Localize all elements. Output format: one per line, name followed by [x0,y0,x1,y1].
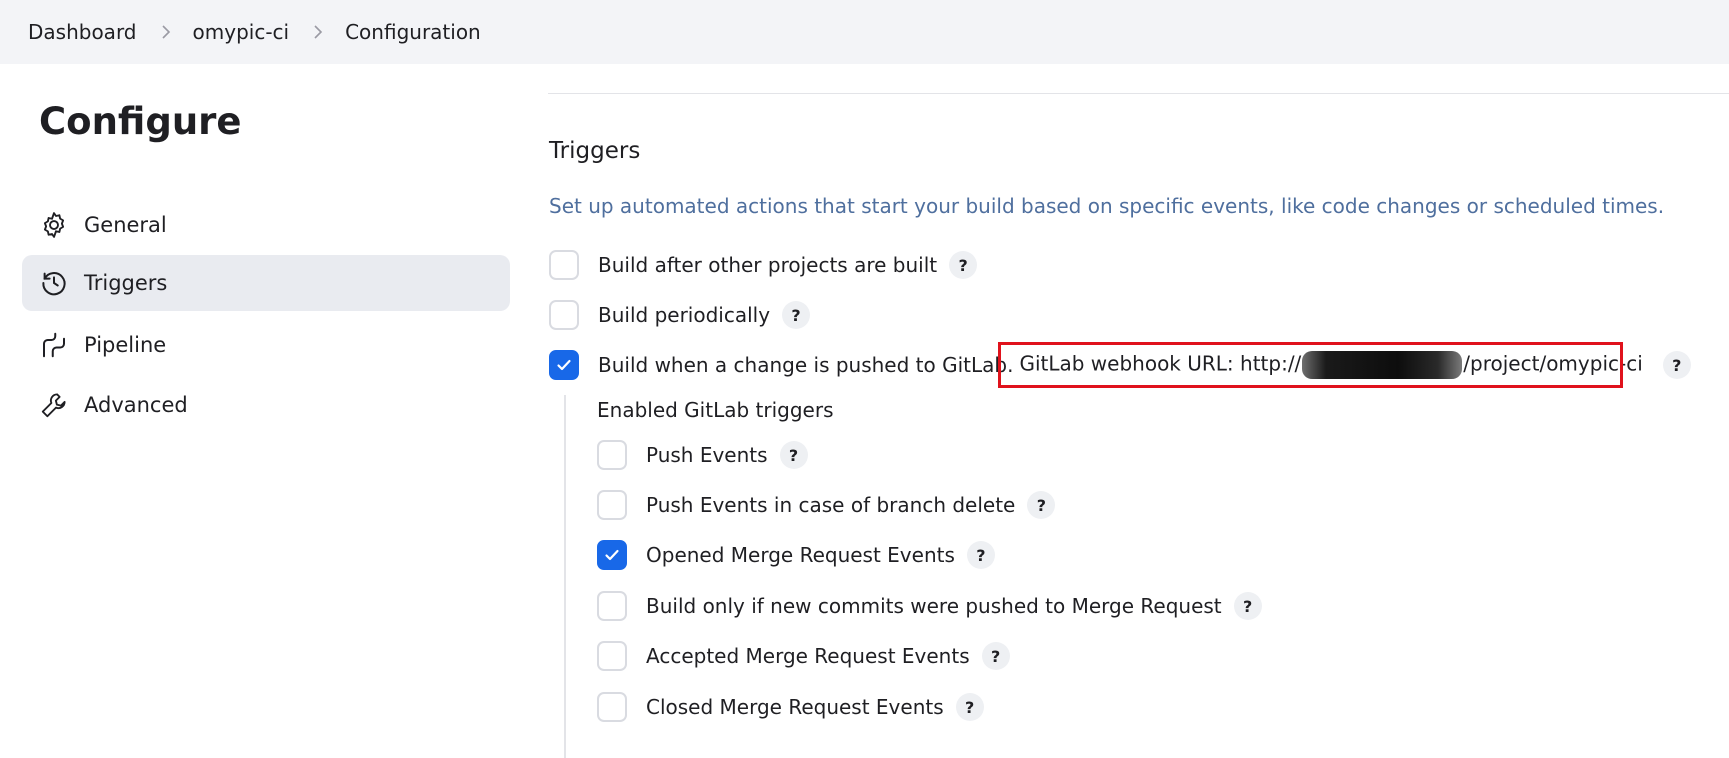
trigger-option: Build after other projects are built ? [549,247,978,283]
trigger-option: Build periodically ? [549,297,811,333]
gitlab-option-label[interactable]: Build only if new commits were pushed to… [646,594,1222,618]
gitlab-trigger-option: Push Events in case of branch delete ? [597,487,1056,523]
check-icon [557,359,571,371]
gitlab-triggers-heading: Enabled GitLab triggers [597,398,834,422]
breadcrumb-configuration[interactable]: Configuration [345,20,481,44]
clock-icon [38,267,70,299]
subgroup-indent-line [564,395,566,758]
accepted-merge-request-checkbox[interactable] [597,641,627,671]
gear-icon [38,209,70,241]
help-icon[interactable]: ? [782,301,811,329]
sidebar-item-triggers[interactable]: Triggers [22,255,510,311]
closed-merge-request-checkbox[interactable] [597,692,627,722]
help-icon[interactable]: ? [966,541,995,569]
gitlab-option-label[interactable]: Push Events in case of branch delete [646,493,1015,517]
sidebar-item-general[interactable]: General [22,197,510,253]
gitlab-option-label[interactable]: Opened Merge Request Events [646,543,955,567]
gitlab-trigger-option: Build only if new commits were pushed to… [597,588,1262,624]
sidebar-item-pipeline[interactable]: Pipeline [22,317,510,373]
section-divider [548,93,1729,94]
page-title: Configure [39,100,242,143]
gitlab-option-label[interactable]: Accepted Merge Request Events [646,644,970,668]
sidebar-item-label: Pipeline [84,333,167,357]
breadcrumb: Dashboard omypic-ci Configuration [0,0,1729,64]
chevron-right-icon [313,25,323,39]
sidebar-item-label: Triggers [84,271,168,295]
help-icon[interactable]: ? [779,441,808,469]
help-icon[interactable]: ? [955,693,984,721]
check-icon [605,549,619,561]
pipeline-icon [38,329,70,361]
help-icon[interactable]: ? [1027,491,1056,519]
build-on-gitlab-push-checkbox[interactable] [549,350,579,380]
sidebar-item-advanced[interactable]: Advanced [22,377,510,433]
opened-merge-request-checkbox[interactable] [597,540,627,570]
chevron-right-icon [161,25,171,39]
help-icon[interactable]: ? [949,251,978,279]
push-events-checkbox[interactable] [597,440,627,470]
gitlab-trigger-option: Opened Merge Request Events ? [597,537,995,573]
trigger-option-label[interactable]: Build after other projects are built [598,253,937,277]
sidebar-item-label: Advanced [84,393,188,417]
trigger-option-label[interactable]: Build when a change is pushed to GitLab. [598,353,1013,377]
section-description: Set up automated actions that start your… [549,194,1665,218]
gitlab-trigger-option: Closed Merge Request Events ? [597,689,984,725]
breadcrumb-project[interactable]: omypic-ci [193,20,290,44]
help-icon[interactable]: ? [1662,351,1691,379]
help-icon[interactable]: ? [1233,592,1262,620]
sidebar-item-label: General [84,213,167,237]
new-commits-merge-request-checkbox[interactable] [597,591,627,621]
build-periodically-checkbox[interactable] [549,300,579,330]
build-after-projects-checkbox[interactable] [549,250,579,280]
gitlab-option-label[interactable]: Closed Merge Request Events [646,695,944,719]
gitlab-trigger-option: Push Events ? [597,437,808,473]
help-icon[interactable]: ? [981,642,1010,670]
trigger-option-label[interactable]: Build periodically [598,303,770,327]
section-title: Triggers [549,138,641,164]
wrench-icon [38,389,70,421]
webhook-highlight-box [998,342,1623,388]
push-events-branch-delete-checkbox[interactable] [597,490,627,520]
breadcrumb-dashboard[interactable]: Dashboard [28,20,137,44]
gitlab-option-label[interactable]: Push Events [646,443,768,467]
gitlab-trigger-option: Accepted Merge Request Events ? [597,638,1010,674]
